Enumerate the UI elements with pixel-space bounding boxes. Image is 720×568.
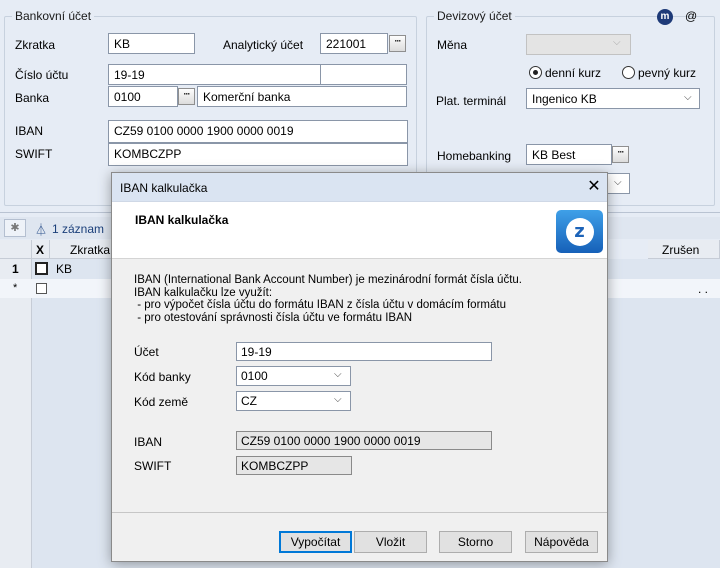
app-logo-icon: z bbox=[556, 210, 603, 253]
row-abbrev: KB bbox=[56, 262, 73, 276]
dlg-iban-field: CZ59 0100 0000 1900 0000 0019 bbox=[236, 431, 492, 450]
close-icon[interactable]: ✕ bbox=[585, 177, 603, 197]
bank-code-input[interactable]: 0100 bbox=[108, 86, 178, 107]
insert-button[interactable]: Vložit bbox=[354, 531, 427, 553]
homebanking-picker-button[interactable]: ··· bbox=[612, 146, 629, 163]
dlg-swift-label: SWIFT bbox=[134, 459, 172, 473]
account-number-suffix-input[interactable] bbox=[320, 64, 407, 85]
account-number-label: Číslo účtu bbox=[15, 68, 69, 82]
record-count: 1 záznam bbox=[52, 222, 105, 236]
abbrev-input[interactable]: KB bbox=[108, 33, 195, 54]
bank-label: Banka bbox=[15, 91, 50, 105]
grid-header-x[interactable]: X bbox=[32, 240, 50, 259]
app-logo-circle: z bbox=[565, 217, 594, 246]
iban-input[interactable]: CZ59 0100 0000 1900 0000 0019 bbox=[108, 120, 408, 143]
chevron-down-icon: ⌵ bbox=[613, 37, 621, 48]
row-number: 1 bbox=[12, 262, 19, 276]
dlg-swift-field: KOMBCZPP bbox=[236, 456, 352, 475]
terminal-label: Plat. terminál bbox=[436, 94, 507, 108]
dlg-bank-code-label: Kód banky bbox=[134, 370, 191, 384]
currency-label: Měna bbox=[437, 38, 468, 52]
desc-line-4: - pro otestování správnosti čísla účtu v… bbox=[134, 311, 413, 324]
analytic-account-input[interactable]: 221001 bbox=[320, 33, 388, 54]
fixed-rate-label: pevný kurz bbox=[638, 66, 697, 80]
desc-line-1: IBAN (International Bank Account Number)… bbox=[134, 274, 522, 286]
chevron-down-icon: ⌵ bbox=[334, 394, 342, 405]
bank-picker-button[interactable]: ··· bbox=[178, 88, 195, 105]
dialog-titlebar: IBAN kalkulačka ✕ bbox=[112, 173, 607, 202]
bank-account-legend: Bankovní účet bbox=[12, 9, 95, 23]
dlg-account-input[interactable]: 19-19 bbox=[236, 342, 492, 361]
iban-calculator-dialog: IBAN kalkulačka ✕ IBAN kalkulačka z IBAN… bbox=[111, 172, 608, 562]
terminal-value: Ingenico KB bbox=[532, 92, 597, 106]
account-number-input[interactable]: 19-19 bbox=[108, 64, 321, 85]
row-tail: . . bbox=[698, 282, 709, 296]
dlg-account-label: Účet bbox=[134, 345, 159, 359]
filter-icon[interactable]: ⏃ bbox=[35, 221, 47, 238]
abbrev-label: Zkratka bbox=[15, 38, 56, 52]
chevron-down-icon: ⌵ bbox=[684, 92, 692, 103]
iban-label: IBAN bbox=[15, 124, 44, 138]
analytic-account-label: Analytický účet bbox=[223, 38, 304, 52]
homebanking-label: Homebanking bbox=[437, 149, 512, 163]
dlg-country-value: CZ bbox=[241, 394, 257, 408]
currency-legend: Devizový účet bbox=[434, 9, 515, 23]
daily-rate-radio[interactable] bbox=[529, 66, 542, 79]
terminal-select[interactable]: Ingenico KB bbox=[526, 88, 700, 109]
grid-header-abbrev[interactable]: Zkratka bbox=[50, 240, 112, 259]
desc-line-2: IBAN kalkulačku lze využít: bbox=[134, 286, 273, 299]
calculate-button[interactable]: Vypočítat bbox=[279, 531, 352, 553]
fixed-rate-radio[interactable] bbox=[622, 66, 635, 79]
homebanking-input[interactable]: KB Best bbox=[526, 144, 612, 165]
m-logo-icon[interactable]: m bbox=[657, 9, 673, 25]
analytic-account-picker-button[interactable]: ··· bbox=[389, 35, 406, 52]
daily-rate-label: denní kurz bbox=[545, 66, 602, 80]
dialog-footer-separator bbox=[112, 512, 607, 513]
dialog-description: IBAN (International Bank Account Number)… bbox=[134, 274, 604, 324]
row-checkbox[interactable] bbox=[35, 262, 48, 275]
dialog-header: IBAN kalkulačka z bbox=[112, 202, 607, 259]
row-number: * bbox=[13, 282, 18, 294]
chevron-down-icon: ⌵ bbox=[334, 369, 342, 380]
cancel-button[interactable]: Storno bbox=[439, 531, 512, 553]
help-button[interactable]: Nápověda bbox=[525, 531, 598, 553]
row-checkbox[interactable] bbox=[36, 283, 47, 294]
swift-input[interactable]: KOMBCZPP bbox=[108, 143, 408, 166]
dlg-iban-label: IBAN bbox=[134, 435, 163, 449]
grid-rownum-column bbox=[0, 259, 32, 568]
dialog-heading: IBAN kalkulačka bbox=[135, 213, 229, 227]
swift-label: SWIFT bbox=[15, 147, 53, 161]
dlg-bank-code-value: 0100 bbox=[241, 369, 268, 383]
dialog-title: IBAN kalkulačka bbox=[120, 181, 208, 195]
bank-name-field: Komerční banka bbox=[197, 86, 407, 107]
grid-header-rownum bbox=[0, 240, 32, 259]
grid-header-cancelled[interactable]: Zrušen bbox=[648, 240, 720, 259]
dlg-country-label: Kód země bbox=[134, 395, 189, 409]
asterisk-icon[interactable]: ✱ bbox=[4, 219, 26, 237]
desc-line-3: - pro výpočet čísla účtu do formátu IBAN… bbox=[134, 299, 506, 311]
email-at-icon[interactable]: @ bbox=[685, 9, 697, 23]
chevron-down-icon: ⌵ bbox=[614, 177, 622, 188]
